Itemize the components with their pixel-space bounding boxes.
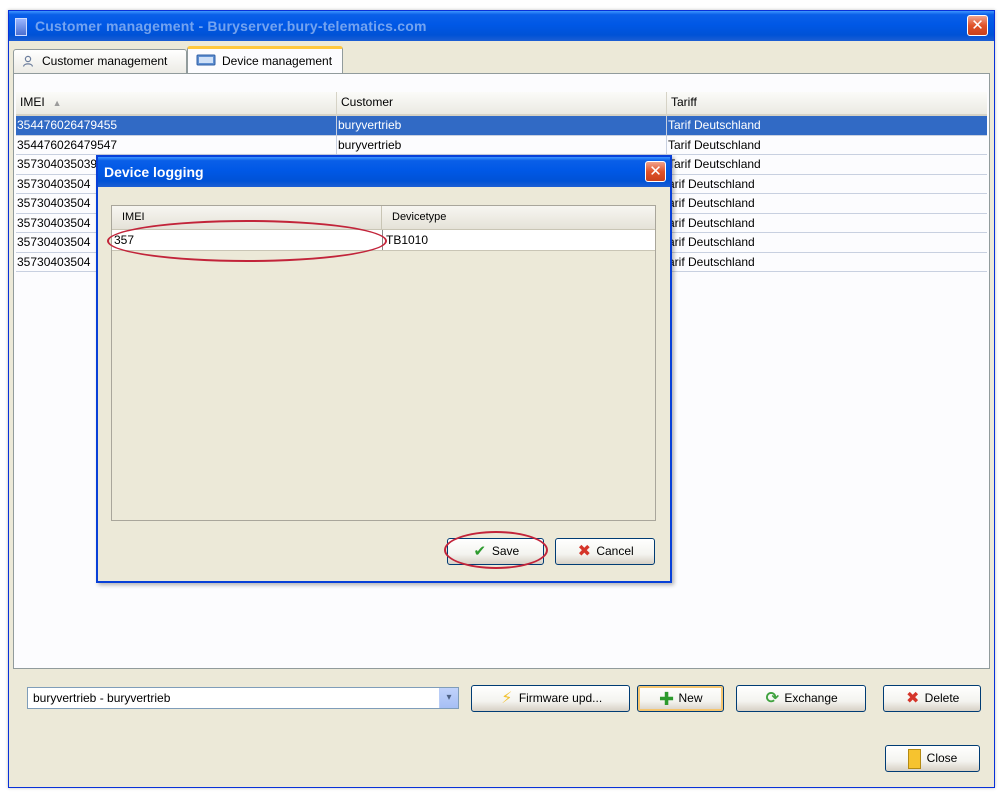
delete-x-icon: ✖ — [905, 689, 920, 707]
close-button[interactable]: Close — [885, 745, 980, 772]
checkmark-icon: ✔ — [473, 542, 487, 560]
dialog-close-button[interactable]: ✕ — [645, 161, 666, 182]
column-header-imei[interactable]: IMEI ▲ — [16, 92, 337, 114]
lightning-icon: ⚡ — [501, 689, 513, 707]
customer-select-value: buryvertrieb - buryvertrieb — [33, 691, 171, 705]
table-header: IMEI ▲ Customer Tariff — [16, 92, 987, 116]
tariff-cell: Tarif Deutschland — [668, 137, 761, 152]
firmware-update-button[interactable]: ⚡ Firmware upd... — [471, 685, 630, 712]
new-button[interactable]: ✚ New — [637, 685, 724, 712]
exchange-icon: ⟳ — [765, 689, 780, 707]
dialog-title-bar[interactable]: Device logging ✕ — [98, 157, 670, 187]
dialog-table-header: IMEI Devicetype — [112, 206, 655, 230]
imei-input[interactable]: 357 — [112, 230, 382, 250]
dialog-title: Device logging — [104, 164, 204, 180]
exchange-button[interactable]: ⟳ Exchange — [736, 685, 866, 712]
window-title: Customer management - Buryserver.bury-te… — [35, 18, 427, 34]
tab-customer-management[interactable]: Customer management — [13, 49, 187, 73]
delete-button[interactable]: ✖ Delete — [883, 685, 981, 712]
devicetype-cell[interactable]: TB1010 — [382, 230, 655, 250]
column-header-tariff[interactable]: Tariff — [667, 92, 987, 114]
dialog-table: IMEI Devicetype 357 TB1010 — [111, 205, 656, 521]
table-row[interactable]: 354476026479547 buryvertrieb Tarif Deutsch… — [16, 135, 987, 155]
imei-cell: 354476026479547 — [16, 135, 337, 155]
table-row[interactable]: 354476026479455 buryvertrieb Tarif Deutsch… — [16, 116, 987, 136]
customer-cell: buryvertrieb — [337, 135, 667, 155]
customer-select[interactable]: buryvertrieb - buryvertrieb ▾ — [27, 687, 459, 709]
tariff-cell: arif Deutschland — [668, 215, 755, 230]
sort-ascending-icon: ▲ — [52, 98, 62, 108]
window-close-button[interactable]: ✕ — [967, 15, 988, 36]
customer-icon — [22, 55, 34, 67]
column-header-imei[interactable]: IMEI — [112, 206, 382, 229]
plus-icon: ✚ — [658, 688, 675, 709]
tariff-cell: Tarif Deutschland — [668, 157, 761, 171]
dialog-table-row: 357 TB1010 — [112, 230, 655, 251]
save-button[interactable]: ✔ Save — [447, 538, 544, 565]
cancel-x-icon: ✖ — [577, 542, 592, 560]
app-icon — [15, 18, 27, 36]
imei-cell: 354476026479455 — [16, 116, 337, 135]
column-header-customer[interactable]: Customer — [337, 92, 667, 114]
tab-device-management[interactable]: Device management — [187, 46, 343, 74]
customer-cell: buryvertrieb — [337, 116, 667, 135]
tariff-cell: arif Deutschland — [668, 196, 755, 210]
chevron-down-icon[interactable]: ▾ — [439, 688, 458, 708]
device-icon — [196, 54, 216, 66]
title-bar[interactable]: Customer management - Buryserver.bury-te… — [9, 11, 994, 41]
tariff-cell: arif Deutschland — [668, 235, 755, 249]
tab-label: Device management — [222, 54, 333, 68]
tariff-cell: arif Deutschland — [668, 254, 755, 269]
tab-label: Customer management — [42, 54, 168, 68]
device-logging-dialog: Device logging ✕ IMEI Devicetype 357 TB1… — [96, 155, 672, 583]
column-header-devicetype[interactable]: Devicetype — [382, 206, 655, 229]
door-icon — [907, 748, 921, 769]
tariff-cell: arif Deutschland — [668, 176, 755, 191]
tariff-cell: Tarif Deutschland — [668, 118, 761, 132]
cancel-button[interactable]: ✖ Cancel — [555, 538, 655, 565]
